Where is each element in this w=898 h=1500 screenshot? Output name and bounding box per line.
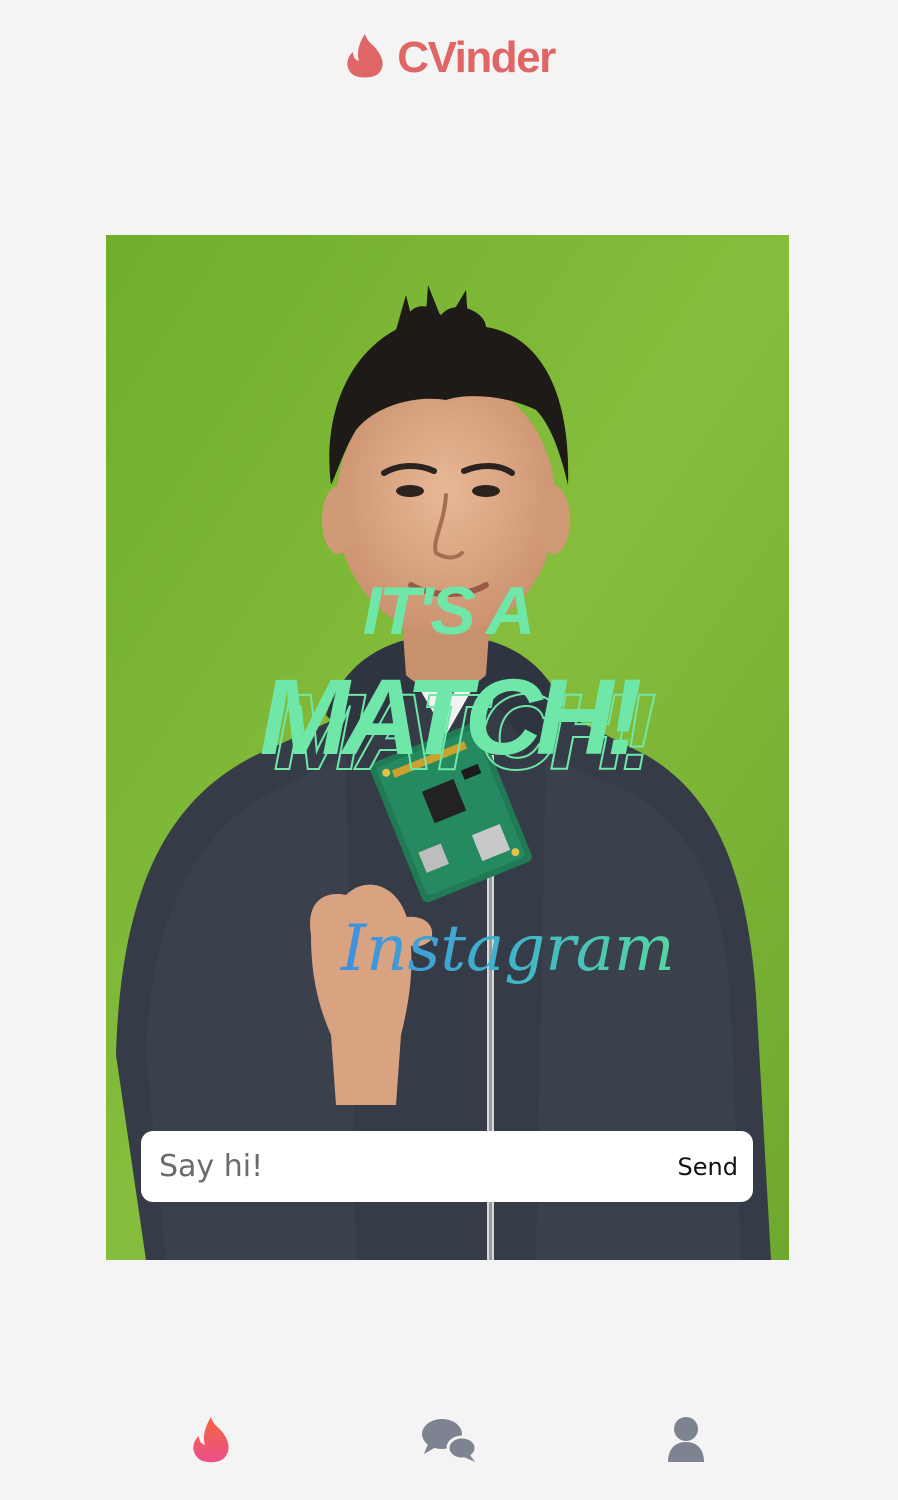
app-screen: CVinder Instagram IT'S A MATCH! Say hi! … — [0, 0, 898, 1500]
message-input[interactable] — [159, 1141, 678, 1192]
nav-item-profile[interactable] — [654, 1410, 718, 1474]
message-bar: Send — [141, 1131, 753, 1202]
app-name: CVinder — [397, 33, 556, 82]
flame-icon — [189, 1414, 233, 1471]
profile-photo: Instagram — [106, 235, 789, 1260]
app-header: CVinder — [0, 28, 898, 88]
sweater-print: Instagram — [340, 912, 675, 986]
app-logo[interactable]: CVinder — [343, 32, 556, 85]
person-icon — [667, 1416, 705, 1469]
nav-item-discover[interactable] — [179, 1410, 243, 1474]
chat-bubbles-icon — [420, 1416, 478, 1469]
send-button[interactable]: Send — [678, 1153, 738, 1181]
bottom-nav — [0, 1410, 898, 1474]
flame-logo-icon — [343, 32, 387, 85]
nav-item-messages[interactable] — [417, 1410, 481, 1474]
match-card: Instagram IT'S A MATCH! MATCH! Send — [106, 235, 789, 1260]
